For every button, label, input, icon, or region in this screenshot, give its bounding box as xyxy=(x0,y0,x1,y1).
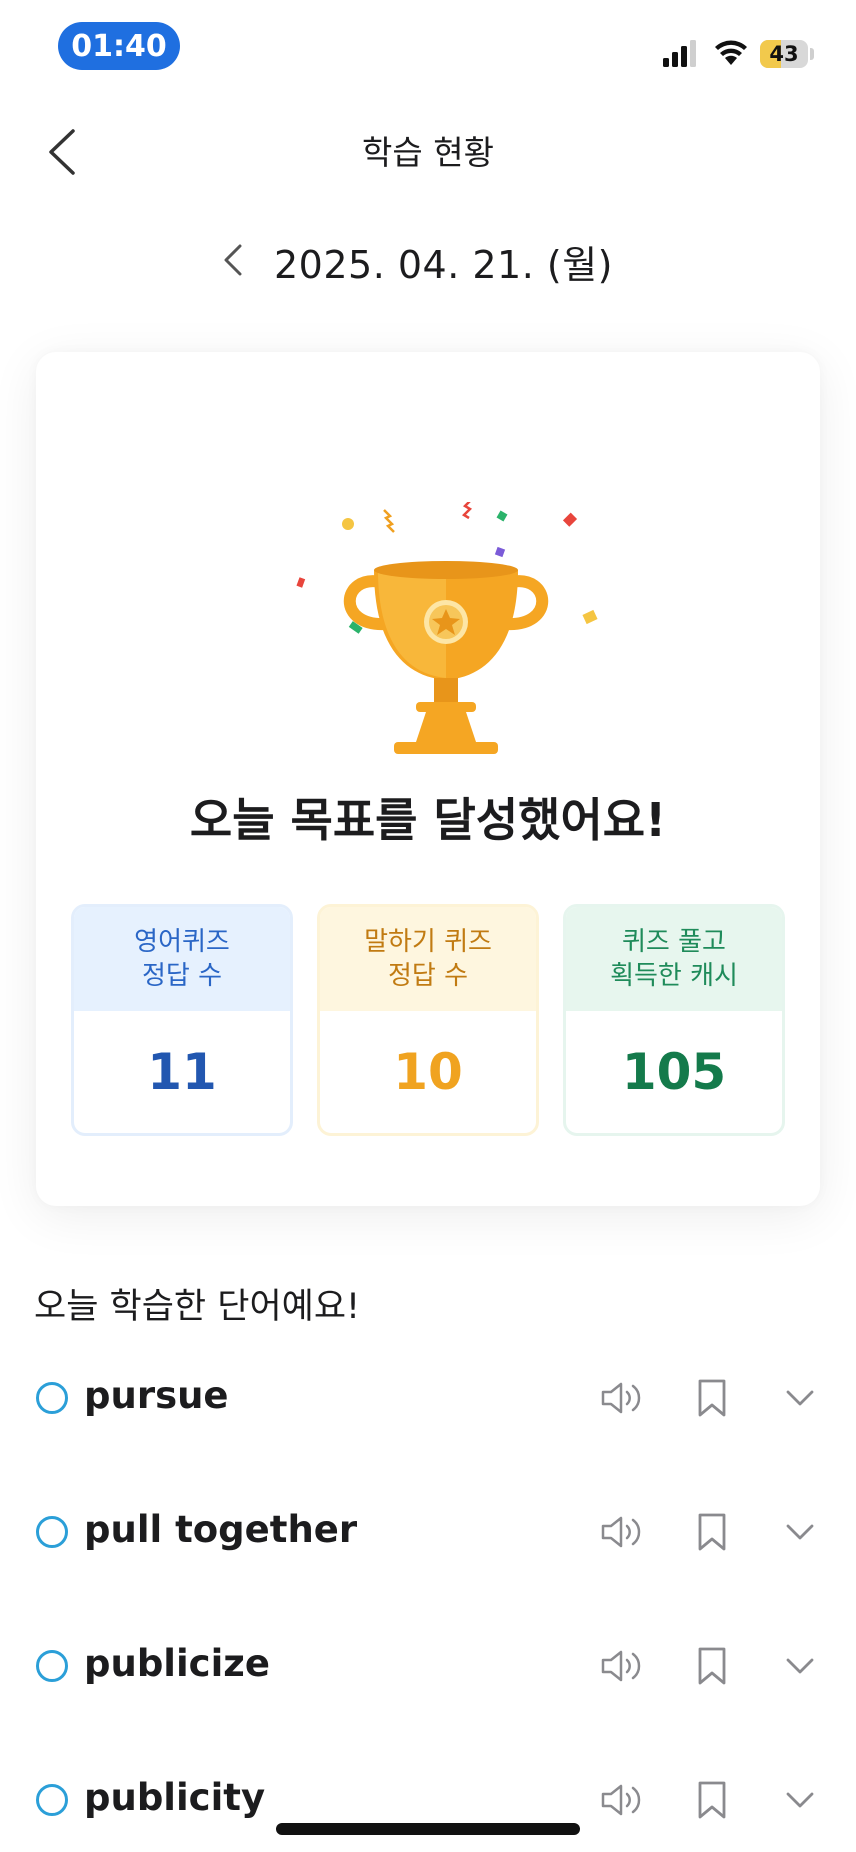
battery-level: 43 xyxy=(769,42,799,66)
stat-label-line1: 말하기 퀴즈 xyxy=(364,927,492,957)
stat-label-line1: 퀴즈 풀고 xyxy=(622,927,726,957)
word-row-pull-together[interactable]: pull together xyxy=(0,1492,856,1572)
stat-label: 말하기 퀴즈 정답 수 xyxy=(320,907,536,1011)
word-text: publicize xyxy=(84,1642,270,1685)
word-text: publicity xyxy=(84,1776,266,1819)
stat-value: 10 xyxy=(393,1043,463,1101)
stat-value: 11 xyxy=(147,1043,217,1101)
status-time: 01:40 xyxy=(58,22,180,70)
stat-value: 105 xyxy=(621,1043,727,1101)
word-check-circle[interactable] xyxy=(36,1516,68,1548)
wifi-icon xyxy=(715,40,747,65)
speaker-icon xyxy=(601,1784,641,1816)
date-navigator: 2025. 04. 21. (월) xyxy=(0,228,856,288)
word-row-publicize[interactable]: publicize xyxy=(0,1626,856,1706)
bookmark-button[interactable] xyxy=(688,1644,736,1688)
status-bar: 01:40 43 xyxy=(0,0,856,100)
bookmark-icon xyxy=(698,1379,726,1417)
battery-cap xyxy=(810,48,814,60)
bookmark-icon xyxy=(698,1647,726,1685)
home-indicator[interactable] xyxy=(276,1823,580,1835)
current-date: 2025. 04. 21. (월) xyxy=(274,243,613,287)
english-quiz-correct-stat: 영어퀴즈 정답 수 11 xyxy=(71,904,293,1136)
stat-label-line1: 영어퀴즈 xyxy=(134,927,230,957)
word-check-circle[interactable] xyxy=(36,1784,68,1816)
prev-date-chevron-icon xyxy=(224,244,242,276)
achievement-card: 오늘 목표를 달성했어요! 영어퀴즈 정답 수 11 말하기 퀴즈 정답 수 1… xyxy=(36,352,820,1206)
speaker-button[interactable] xyxy=(598,1376,646,1420)
earned-cash-stat: 퀴즈 풀고 획득한 캐시 105 xyxy=(563,904,785,1136)
bookmark-button[interactable] xyxy=(688,1778,736,1822)
stat-label-line2: 정답 수 xyxy=(141,961,223,991)
word-check-circle[interactable] xyxy=(36,1650,68,1682)
expand-button[interactable] xyxy=(776,1644,824,1688)
bookmark-button[interactable] xyxy=(688,1510,736,1554)
chevron-down-icon xyxy=(786,1390,814,1406)
bookmark-icon xyxy=(698,1513,726,1551)
stat-label-line2: 정답 수 xyxy=(387,961,469,991)
bookmark-button[interactable] xyxy=(688,1376,736,1420)
page-title: 학습 현황 xyxy=(362,133,494,172)
expand-button[interactable] xyxy=(776,1510,824,1554)
chevron-down-icon xyxy=(786,1658,814,1674)
word-text: pursue xyxy=(84,1374,229,1417)
word-check-circle[interactable] xyxy=(36,1382,68,1414)
chevron-down-icon xyxy=(786,1792,814,1808)
trophy-icon xyxy=(296,502,598,754)
expand-button[interactable] xyxy=(776,1376,824,1420)
speaker-button[interactable] xyxy=(598,1778,646,1822)
words-section-title: 오늘 학습한 단어예요! xyxy=(34,1287,361,1327)
stat-label-line2: 획득한 캐시 xyxy=(610,961,738,991)
chevron-down-icon xyxy=(786,1524,814,1540)
speaker-icon xyxy=(601,1516,641,1548)
prev-date-button[interactable] xyxy=(216,240,250,280)
word-text: pull together xyxy=(84,1508,358,1551)
stat-label: 영어퀴즈 정답 수 xyxy=(74,907,290,1011)
word-row-pursue[interactable]: pursue xyxy=(0,1358,856,1438)
learning-status-screen: 01:40 43 학습 현황 2025. 04. 21. (월) 오늘 목표를 … xyxy=(0,0,856,1852)
speaker-icon xyxy=(601,1650,641,1682)
speaking-quiz-correct-stat: 말하기 퀴즈 정답 수 10 xyxy=(317,904,539,1136)
stat-label: 퀴즈 풀고 획득한 캐시 xyxy=(566,907,782,1011)
goal-achieved-headline: 오늘 목표를 달성했어요! xyxy=(189,793,667,847)
expand-button[interactable] xyxy=(776,1778,824,1822)
battery-icon: 43 xyxy=(760,40,808,68)
signal-icon xyxy=(663,40,696,67)
speaker-button[interactable] xyxy=(598,1510,646,1554)
speaker-button[interactable] xyxy=(598,1644,646,1688)
bookmark-icon xyxy=(698,1781,726,1819)
speaker-icon xyxy=(601,1382,641,1414)
